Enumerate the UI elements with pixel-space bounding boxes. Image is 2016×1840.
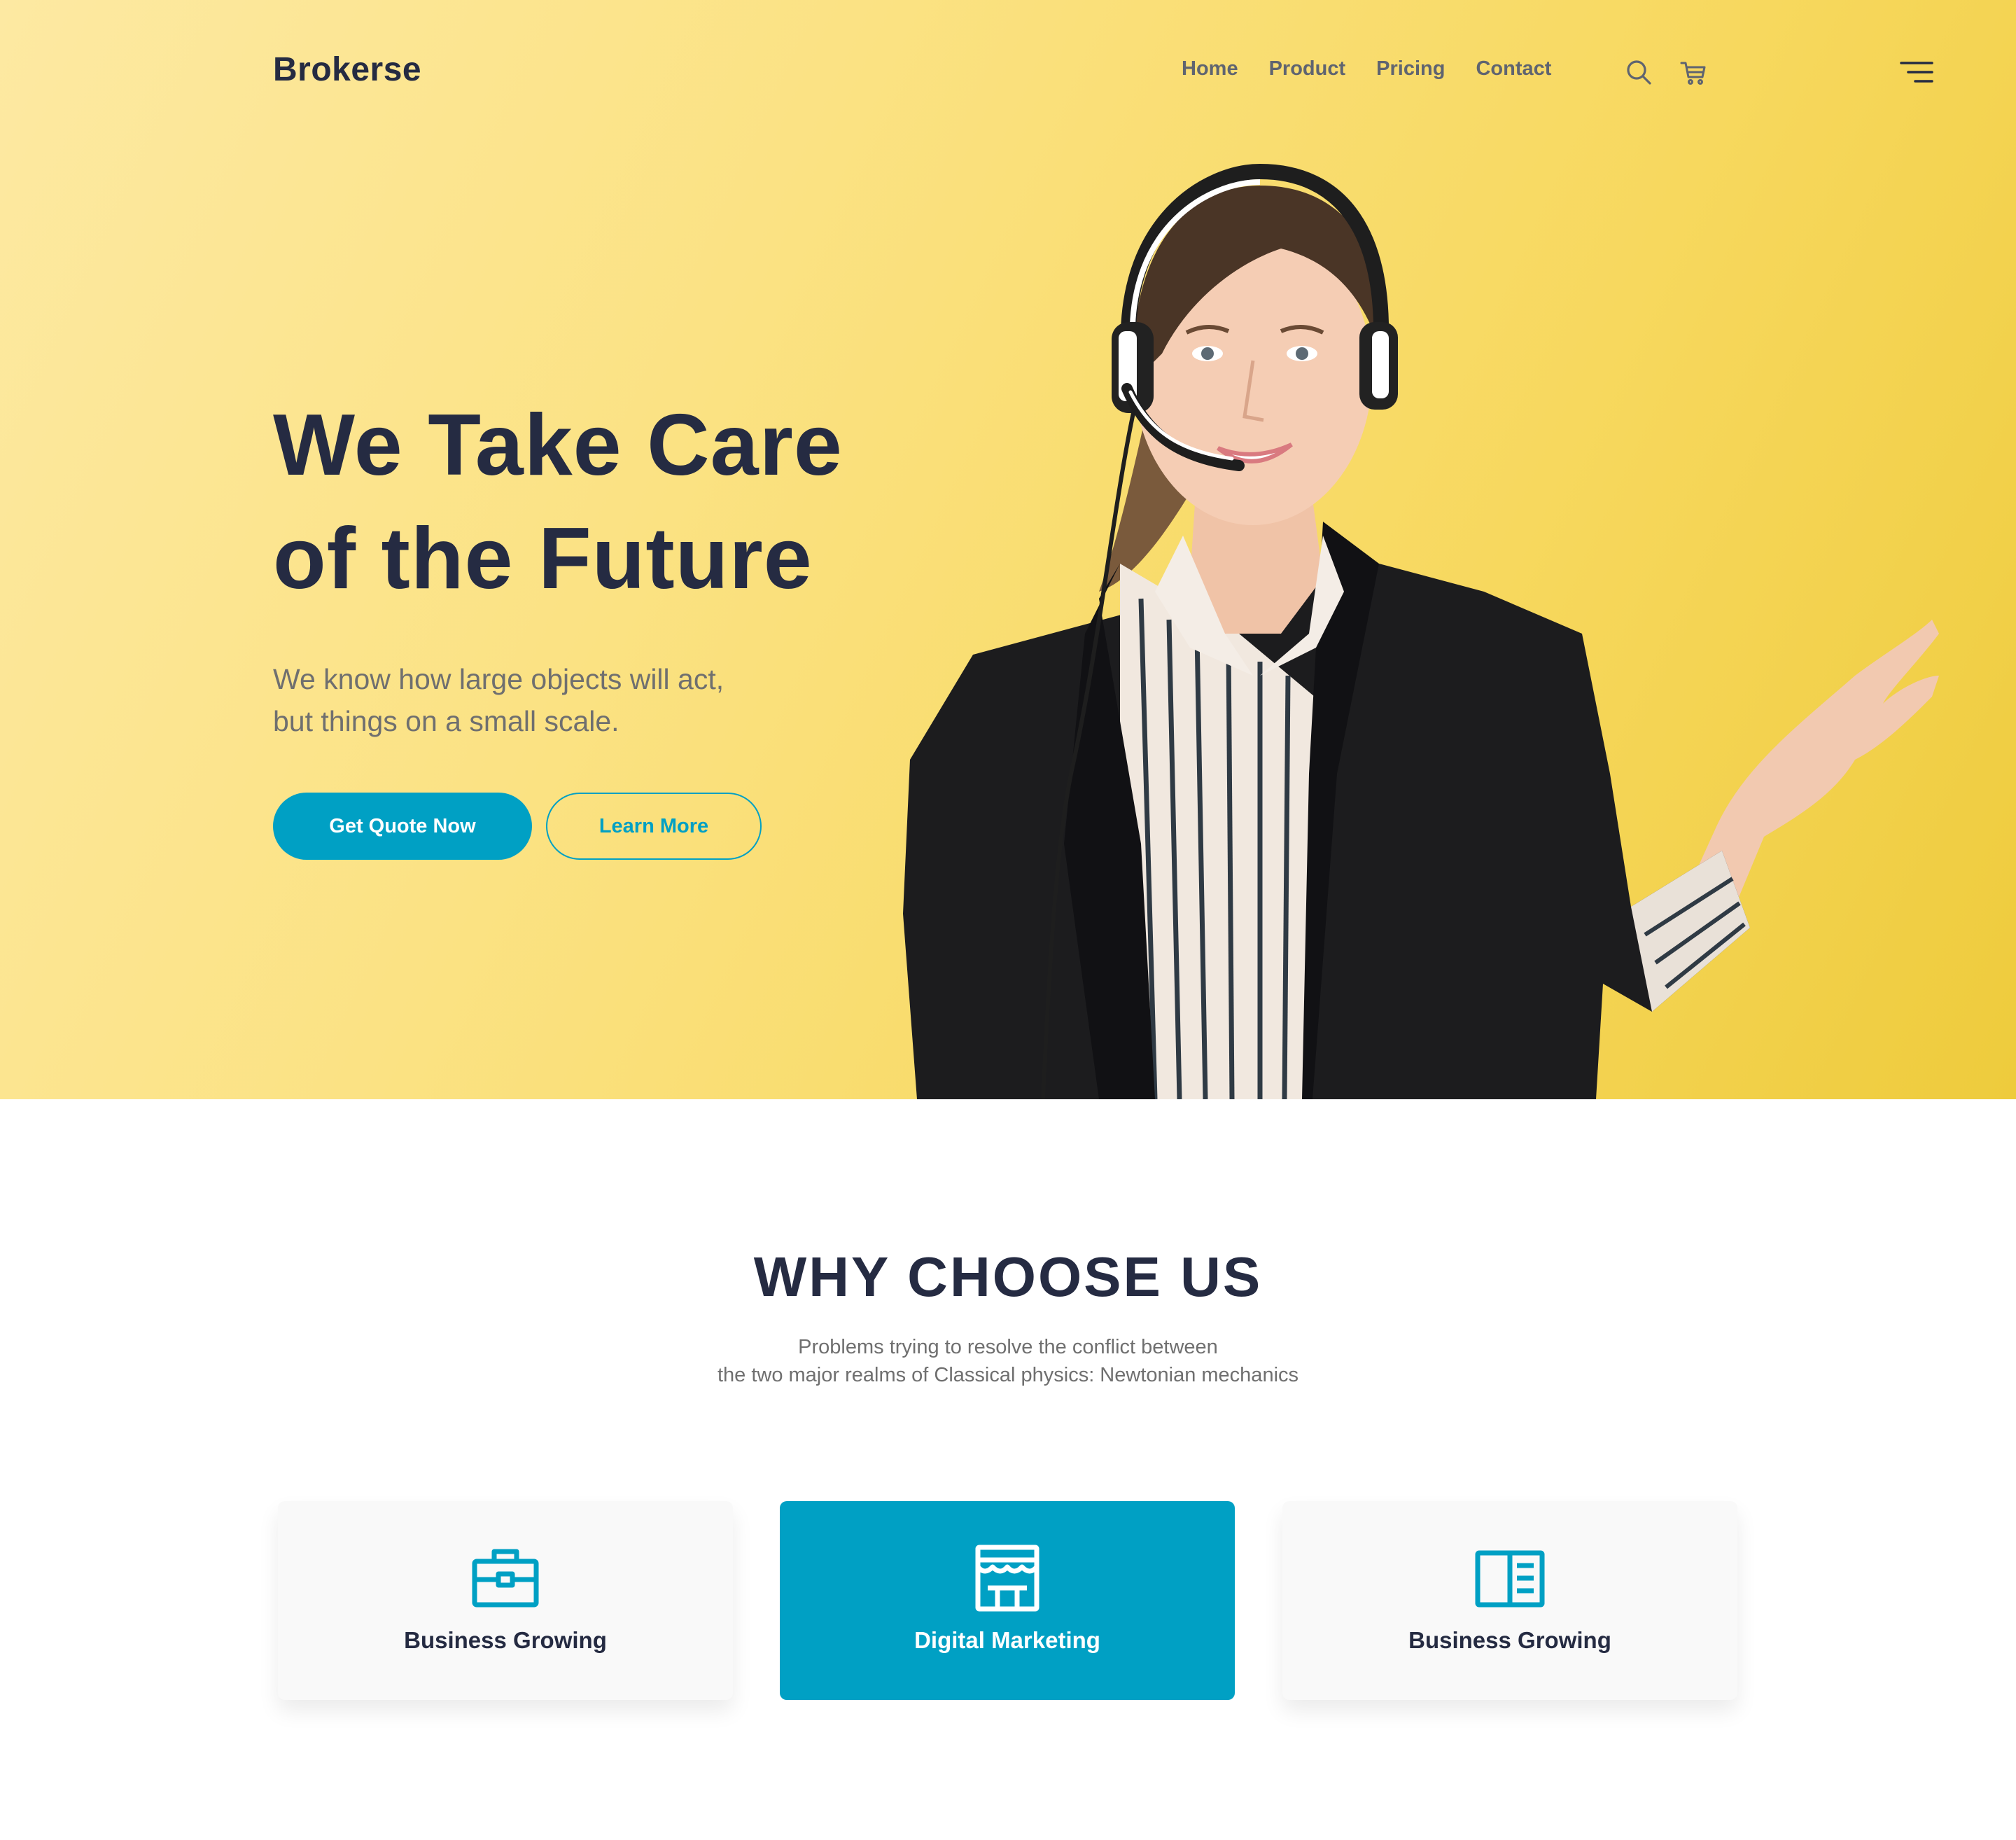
nav-contact-link[interactable]: Contact (1476, 57, 1551, 81)
feature-card-digital-marketing[interactable]: Digital Marketing (780, 1501, 1235, 1700)
card-title: Business Growing (404, 1627, 607, 1653)
feature-card-business-growing-2[interactable]: Business Growing (1282, 1501, 1737, 1700)
support-agent-photo (903, 163, 1939, 1099)
hero-subtitle-line-2: but things on a small scale. (273, 705, 620, 737)
main-nav: Home Product Pricing Contact (1182, 57, 1551, 81)
card-title: Digital Marketing (914, 1627, 1100, 1653)
learn-more-button[interactable]: Learn More (546, 793, 762, 860)
search-icon[interactable] (1625, 59, 1652, 85)
hero-title: We Take Care of the Future (273, 389, 973, 615)
hero-subtitle-line-1: We know how large objects will act, (273, 663, 724, 695)
storefront-icon (972, 1543, 1042, 1613)
nav-pricing-link[interactable]: Pricing (1376, 57, 1445, 81)
cart-icon[interactable] (1680, 60, 1707, 85)
hero-section: Brokerse Home Product Pricing Contact We… (0, 0, 2016, 1099)
why-subtitle-line-2: the two major realms of Classical physic… (717, 1364, 1299, 1386)
briefcase-icon (470, 1543, 540, 1613)
nav-home-link[interactable]: Home (1182, 57, 1238, 81)
why-choose-us-title: WHY CHOOSE US (753, 1246, 1263, 1308)
hero-title-line-1: We Take Care (273, 397, 843, 494)
menu-icon[interactable] (1900, 60, 1933, 85)
hero-title-line-2: of the Future (273, 510, 813, 607)
hero-subtitle: We know how large objects will act, but … (273, 658, 868, 742)
card-title: Business Growing (1408, 1627, 1611, 1653)
brand-logo[interactable]: Brokerse (273, 50, 421, 89)
why-choose-us-subtitle: Problems trying to resolve the conflict … (0, 1333, 2016, 1389)
book-open-icon (1475, 1543, 1545, 1613)
feature-card-business-growing[interactable]: Business Growing (278, 1501, 733, 1700)
nav-product-link[interactable]: Product (1269, 57, 1346, 81)
get-quote-button[interactable]: Get Quote Now (273, 793, 532, 860)
why-subtitle-line-1: Problems trying to resolve the conflict … (798, 1336, 1218, 1358)
